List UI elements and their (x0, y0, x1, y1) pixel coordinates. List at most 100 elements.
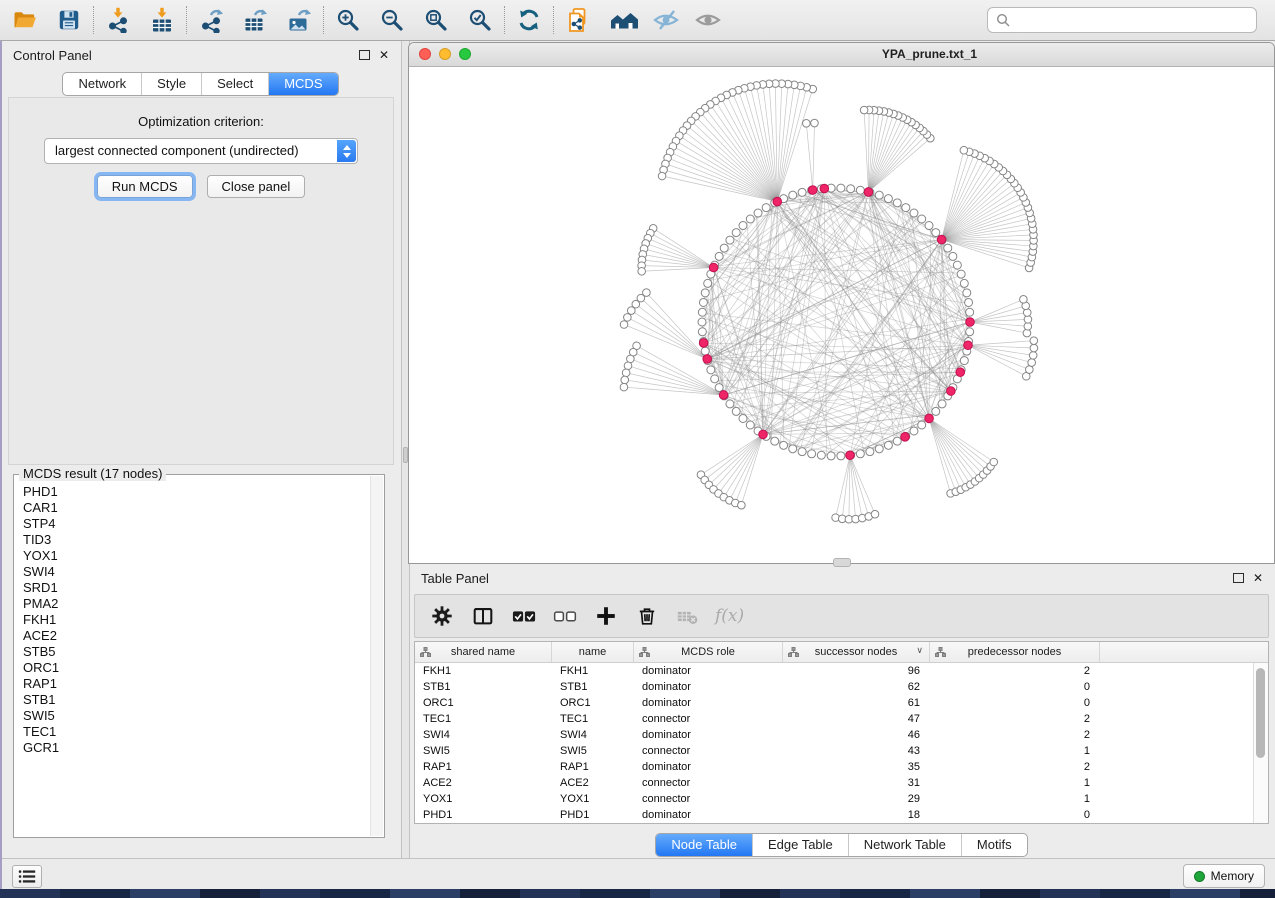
zoom-out-icon[interactable] (375, 4, 409, 36)
first-neighbors-icon[interactable] (607, 4, 641, 36)
table-row[interactable]: SWI4SWI4dominator462 (415, 727, 1268, 743)
search-input[interactable] (1010, 13, 1256, 27)
mcds-result-item[interactable]: PHD1 (23, 484, 370, 500)
mcds-result-item[interactable]: STP4 (23, 516, 370, 532)
scrollbar-thumb[interactable] (1256, 668, 1265, 758)
table-tab-motifs[interactable]: Motifs (961, 834, 1027, 856)
export-network-icon[interactable] (194, 4, 228, 36)
optimization-criterion-select[interactable]: largest connected component (undirected) (44, 138, 358, 164)
network-window-titlebar[interactable]: YPA_prune.txt_1 (409, 43, 1274, 67)
import-table-icon[interactable] (145, 4, 179, 36)
table-row[interactable]: TEC1TEC1connector472 (415, 711, 1268, 727)
table-tab-node-table[interactable]: Node Table (656, 834, 752, 856)
export-image-icon[interactable] (282, 4, 316, 36)
column-header-shared-name[interactable]: shared name (415, 642, 552, 662)
deselect-all-checkboxes-icon[interactable] (551, 602, 579, 630)
tab-style[interactable]: Style (141, 73, 201, 95)
select-all-checkboxes-icon[interactable] (510, 602, 538, 630)
minimize-window-button[interactable] (439, 48, 451, 60)
zoom-window-button[interactable] (459, 48, 471, 60)
table-cell: connector (634, 777, 783, 789)
close-panel-button[interactable]: Close panel (207, 175, 306, 198)
horizontal-splitter-grip[interactable] (833, 558, 851, 567)
table-cell: TEC1 (552, 713, 634, 725)
table-tab-edge-table[interactable]: Edge Table (752, 834, 848, 856)
table-row[interactable]: STB1STB1dominator620 (415, 679, 1268, 695)
mcds-result-item[interactable]: YOX1 (23, 548, 370, 564)
table-cell: SWI5 (552, 745, 634, 757)
column-header-successor-nodes[interactable]: successor nodes∨ (783, 642, 930, 662)
close-panel-icon[interactable]: ✕ (379, 50, 389, 60)
apply-layout-refresh-icon[interactable] (512, 4, 546, 36)
float-panel-icon[interactable] (1233, 573, 1244, 583)
table-row[interactable]: RAP1RAP1dominator352 (415, 759, 1268, 775)
table-cell: FKH1 (415, 665, 552, 677)
mcds-result-item[interactable]: STB1 (23, 692, 370, 708)
mcds-list-scrollbar[interactable] (370, 476, 383, 836)
memory-button[interactable]: Memory (1183, 864, 1265, 888)
save-session-icon[interactable] (52, 4, 86, 36)
control-panel-header: Control Panel ✕ (0, 41, 401, 69)
mcds-result-item[interactable]: RAP1 (23, 676, 370, 692)
float-panel-icon[interactable] (359, 50, 370, 60)
mcds-result-item[interactable]: GCR1 (23, 740, 370, 756)
desktop-wallpaper-strip (0, 889, 1275, 898)
table-options-gear-icon[interactable] (428, 602, 456, 630)
table-cell: SWI4 (415, 729, 552, 741)
mcds-result-item[interactable]: ORC1 (23, 660, 370, 676)
show-columns-icon[interactable] (469, 602, 497, 630)
zoom-fit-icon[interactable] (419, 4, 453, 36)
clone-network-icon[interactable] (561, 4, 595, 36)
table-row[interactable]: YOX1YOX1connector291 (415, 791, 1268, 807)
network-graph[interactable] (409, 67, 1272, 563)
table-row[interactable]: ORC1ORC1dominator610 (415, 695, 1268, 711)
export-table-icon[interactable] (238, 4, 272, 36)
table-cell: 2 (930, 713, 1100, 725)
mcds-result-item[interactable]: SWI5 (23, 708, 370, 724)
mcds-result-item[interactable]: STB5 (23, 644, 370, 660)
fx-label: f(x) (715, 606, 744, 626)
sort-order-icon[interactable]: ∨ (916, 645, 923, 656)
run-mcds-button[interactable]: Run MCDS (97, 175, 193, 198)
mcds-result-item[interactable]: TID3 (23, 532, 370, 548)
column-header-MCDS-role[interactable]: MCDS role (634, 642, 783, 662)
mcds-result-item[interactable]: PMA2 (23, 596, 370, 612)
import-network-icon[interactable] (101, 4, 135, 36)
column-header-predecessor-nodes[interactable]: predecessor nodes (930, 642, 1100, 662)
zoom-in-icon[interactable] (331, 4, 365, 36)
hide-selected-icon[interactable] (649, 4, 683, 36)
mcds-result-item[interactable]: CAR1 (23, 500, 370, 516)
mcds-result-item[interactable]: FKH1 (23, 612, 370, 628)
mcds-result-item[interactable]: ACE2 (23, 628, 370, 644)
delete-table-icon[interactable] (674, 602, 702, 630)
table-vertical-scrollbar[interactable] (1253, 663, 1268, 823)
function-builder-icon[interactable]: f(x) (715, 602, 744, 630)
task-history-button[interactable] (12, 865, 42, 888)
search-field[interactable] (987, 7, 1257, 33)
mcds-result-item[interactable]: SWI4 (23, 564, 370, 580)
close-window-button[interactable] (419, 48, 431, 60)
table-cell: dominator (634, 809, 783, 821)
open-file-icon[interactable] (8, 4, 42, 36)
zoom-selected-icon[interactable] (463, 4, 497, 36)
table-row[interactable]: ACE2ACE2connector311 (415, 775, 1268, 791)
table-cell: dominator (634, 697, 783, 709)
tab-network[interactable]: Network (63, 73, 141, 95)
delete-row-trash-icon[interactable] (633, 602, 661, 630)
table-cell: 0 (930, 809, 1100, 821)
mcds-result-item[interactable]: SRD1 (23, 580, 370, 596)
node-table-header: shared namename MCDS role successor node… (415, 642, 1268, 663)
add-row-icon[interactable] (592, 602, 620, 630)
table-cell: TEC1 (415, 713, 552, 725)
table-row[interactable]: FKH1FKH1dominator962 (415, 663, 1268, 679)
close-panel-icon[interactable]: ✕ (1253, 573, 1263, 583)
tab-select[interactable]: Select (201, 73, 268, 95)
table-tab-network-table[interactable]: Network Table (848, 834, 961, 856)
mcds-result-item[interactable]: TEC1 (23, 724, 370, 740)
column-header-name[interactable]: name (552, 642, 634, 662)
tab-mcds[interactable]: MCDS (268, 73, 337, 95)
control-panel-title: Control Panel (13, 48, 92, 63)
show-all-icon[interactable] (691, 4, 725, 36)
table-row[interactable]: PHD1PHD1dominator180 (415, 807, 1268, 823)
table-row[interactable]: SWI5SWI5connector431 (415, 743, 1268, 759)
